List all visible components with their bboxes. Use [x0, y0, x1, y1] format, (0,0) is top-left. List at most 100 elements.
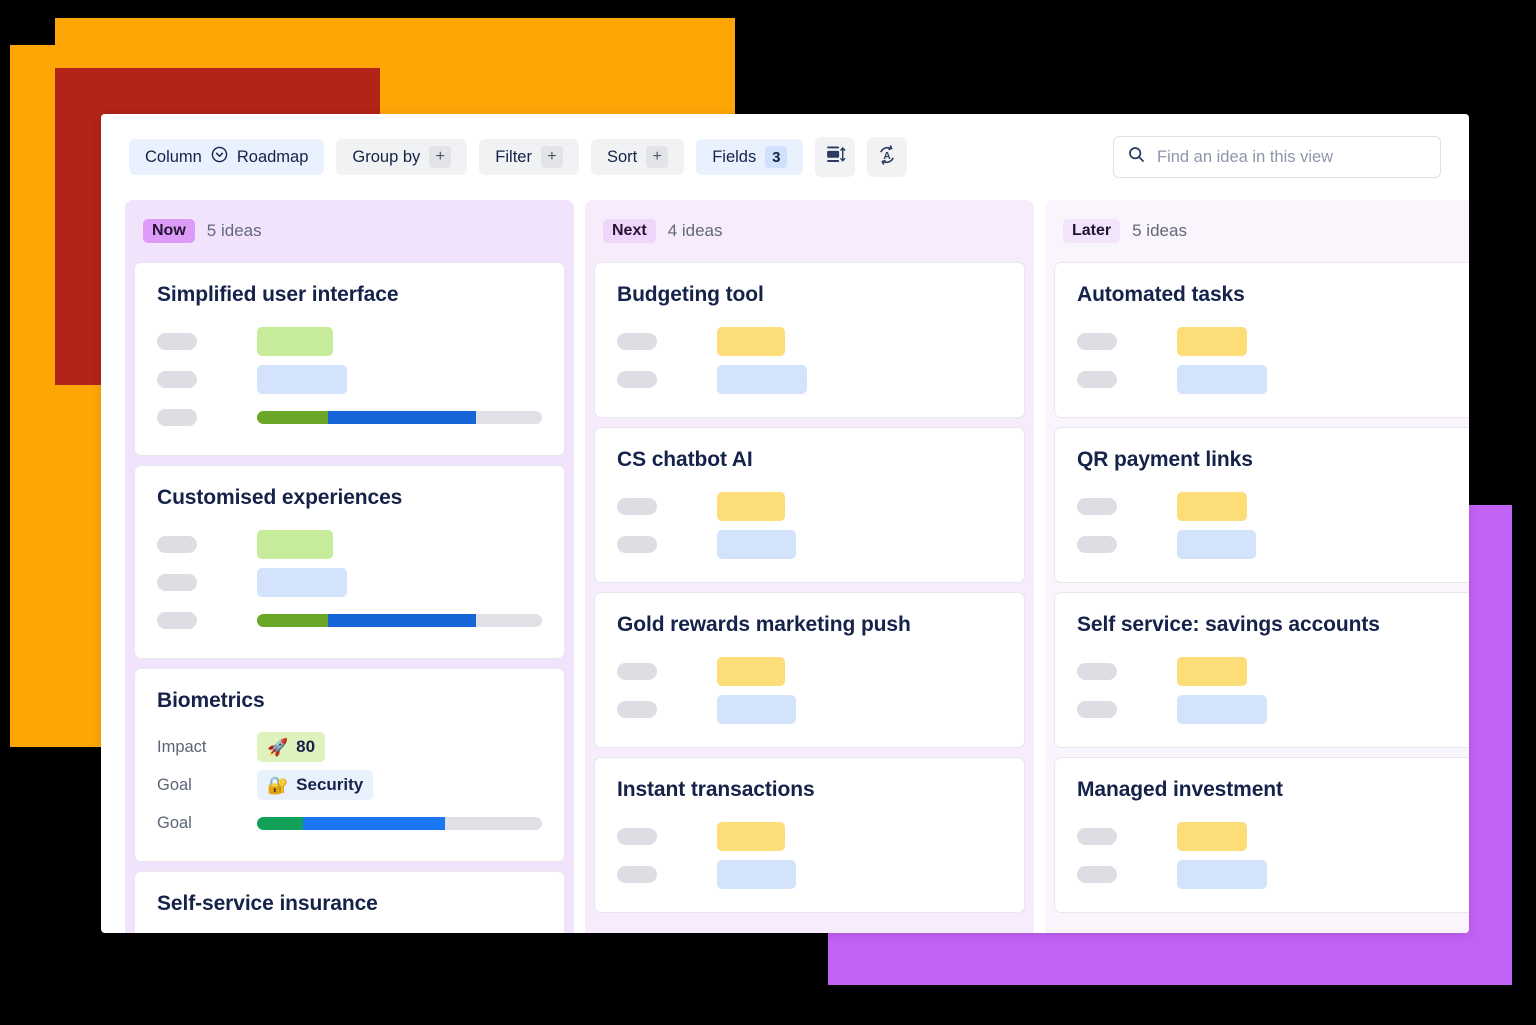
- field-value-pill[interactable]: 🚀 80: [257, 732, 326, 762]
- idea-card[interactable]: CS chatbot AI: [594, 427, 1025, 583]
- idea-card[interactable]: Simplified user interface: [134, 262, 565, 456]
- idea-card[interactable]: QR payment links: [1054, 427, 1469, 583]
- idea-card-title: Automated tasks: [1077, 283, 1245, 306]
- field-label-placeholder: [617, 865, 657, 883]
- field-value-placeholder: [717, 821, 785, 851]
- idea-card-title: Self-service insurance: [157, 892, 378, 915]
- idea-card-field-row: [1077, 818, 1462, 854]
- idea-card[interactable]: Instant transactions: [594, 757, 1025, 913]
- roadmap-board: Now 5 ideas Simplified user interface Custo…: [101, 200, 1469, 933]
- idea-card-field-row: [1077, 361, 1462, 397]
- idea-card-field-row: [617, 818, 1002, 854]
- field-value-text: Security: [296, 775, 364, 794]
- field-value-placeholder: [257, 326, 333, 356]
- idea-card[interactable]: Customised experiences: [134, 465, 565, 659]
- idea-card-field-row: [617, 323, 1002, 359]
- field-value-placeholder: [1177, 656, 1247, 686]
- idea-card-field-row: [1077, 488, 1462, 524]
- column-badge[interactable]: Now: [143, 219, 195, 243]
- field-label-placeholder: [1077, 332, 1117, 350]
- field-label-placeholder: [157, 408, 197, 426]
- group-by-label: Group by: [352, 147, 421, 166]
- field-label-placeholder: [617, 497, 657, 515]
- column-chip[interactable]: Column Roadmap: [129, 139, 325, 175]
- screenshot-root: Column Roadmap Group by + Filter + Sort: [0, 0, 1536, 1025]
- idea-card-field-row: [157, 323, 542, 359]
- progress-bar: [257, 613, 542, 627]
- field-value-placeholder: [717, 859, 796, 889]
- row-height-icon: [825, 144, 846, 170]
- idea-card-title: Gold rewards marketing push: [617, 613, 911, 636]
- search-input[interactable]: [1157, 147, 1426, 167]
- board-column-next: Next 4 ideas Budgeting tool CS chatbot AI Go…: [585, 200, 1034, 933]
- auto-translate-button[interactable]: A: [867, 137, 908, 177]
- field-label-placeholder: [157, 370, 197, 388]
- sort-chip[interactable]: Sort +: [590, 139, 685, 175]
- sort-label: Sort: [606, 147, 638, 166]
- idea-card-field-row: [617, 691, 1002, 727]
- idea-card-field-row: [1077, 323, 1462, 359]
- field-label: Goal: [157, 813, 192, 832]
- idea-card-title: Instant transactions: [617, 778, 815, 801]
- field-value-text: 80: [296, 737, 316, 756]
- idea-card-field-row: [157, 399, 542, 435]
- idea-card-field-row: [157, 361, 542, 397]
- field-value-placeholder: [1177, 326, 1247, 356]
- column-badge[interactable]: Later: [1063, 219, 1121, 243]
- column-header: Later 5 ideas: [1054, 200, 1469, 262]
- fields-label: Fields: [712, 147, 757, 166]
- search-box[interactable]: [1113, 136, 1441, 178]
- group-by-add-icon[interactable]: +: [429, 146, 452, 168]
- field-label-placeholder: [157, 611, 197, 629]
- field-label-placeholder: [1077, 827, 1117, 845]
- field-label-placeholder: [1077, 865, 1117, 883]
- idea-card[interactable]: Managed investment: [1054, 757, 1469, 913]
- progress-bar: [257, 816, 542, 830]
- idea-card[interactable]: Budgeting tool: [594, 262, 1025, 418]
- field-label-placeholder: [1077, 700, 1117, 718]
- field-value-pill[interactable]: 🔐 Security: [257, 770, 374, 800]
- field-value-placeholder: [1177, 821, 1247, 851]
- idea-card-field-row: [617, 856, 1002, 892]
- idea-card-field-row: [157, 564, 542, 600]
- progress-segment: [328, 410, 477, 424]
- auto-translate-icon: A: [876, 144, 898, 171]
- column-idea-count: 4 ideas: [667, 221, 723, 240]
- idea-card[interactable]: Gold rewards marketing push: [594, 592, 1025, 748]
- idea-card-field-row: [1077, 653, 1462, 689]
- idea-card[interactable]: Self-service insurance: [134, 871, 565, 933]
- idea-card[interactable]: Biometrics Impact 🚀 80 Goal 🔐 Security Goal: [134, 668, 565, 862]
- column-chip-label: Column: [145, 147, 202, 166]
- rocket-icon: 🚀: [267, 737, 289, 757]
- field-label-placeholder: [157, 573, 197, 591]
- idea-card-field-row: [617, 526, 1002, 562]
- field-label-placeholder: [617, 535, 657, 553]
- sort-add-icon[interactable]: +: [646, 146, 669, 168]
- filter-add-icon[interactable]: +: [540, 146, 563, 168]
- idea-card-title: CS chatbot AI: [617, 448, 753, 471]
- field-label-placeholder: [1077, 497, 1117, 515]
- idea-card-field-row: [1077, 856, 1462, 892]
- idea-card-field-row: [157, 932, 542, 933]
- idea-card[interactable]: Self service: savings accounts: [1054, 592, 1469, 748]
- search-icon: [1128, 146, 1145, 168]
- group-by-chip[interactable]: Group by +: [336, 139, 468, 175]
- column-badge[interactable]: Next: [603, 219, 656, 243]
- field-value-placeholder: [1177, 859, 1267, 889]
- progress-segment: [257, 410, 329, 424]
- filter-chip[interactable]: Filter +: [479, 139, 579, 175]
- field-label-placeholder: [617, 700, 657, 718]
- app-window: Column Roadmap Group by + Filter + Sort: [101, 114, 1469, 933]
- idea-card[interactable]: Automated tasks: [1054, 262, 1469, 418]
- field-label-placeholder: [1077, 370, 1117, 388]
- view-toolbar: Column Roadmap Group by + Filter + Sort: [101, 114, 1469, 200]
- fields-chip[interactable]: Fields 3: [696, 139, 804, 175]
- field-value-placeholder: [717, 694, 796, 724]
- field-value-placeholder: [717, 491, 785, 521]
- progress-segment: [257, 613, 329, 627]
- progress-segment: [302, 816, 446, 830]
- row-height-button[interactable]: [815, 137, 856, 177]
- idea-card-title: Customised experiences: [157, 486, 403, 509]
- idea-card-title: Self service: savings accounts: [1077, 613, 1380, 636]
- idea-card-field-row: [1077, 691, 1462, 727]
